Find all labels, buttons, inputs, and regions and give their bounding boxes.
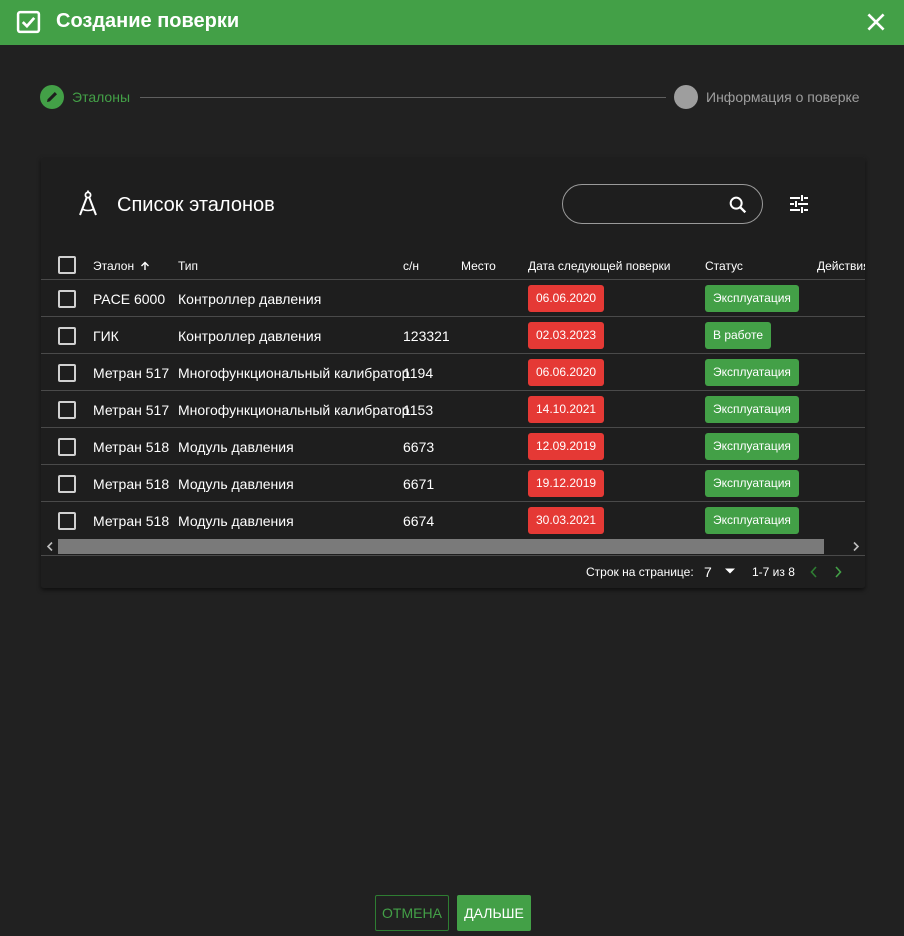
- stepper: Эталоны Информация о поверке: [40, 85, 866, 109]
- step-2-label[interactable]: Информация о поверке: [706, 89, 860, 105]
- table-header-row: Эталон Тип с/н Место Дата следующей пове…: [41, 247, 865, 280]
- cell-type: Контроллер давления: [178, 328, 322, 344]
- date-badge: 30.03.2021: [528, 507, 605, 534]
- status-badge: Эксплуатация: [705, 396, 799, 423]
- search-box[interactable]: [562, 184, 763, 224]
- cell-name: Метран 518: [93, 439, 170, 455]
- table-row[interactable]: PACE 6000 Контроллер давления 06.06.2020…: [41, 280, 865, 317]
- status-badge: Эксплуатация: [705, 470, 799, 497]
- table-row[interactable]: Метран 517 Многофункциональный калибрато…: [41, 391, 865, 428]
- tune-icon[interactable]: [787, 192, 811, 216]
- table-row[interactable]: ГИК Контроллер давления 123321 02.03.202…: [41, 317, 865, 354]
- scroll-left-icon[interactable]: [45, 541, 55, 552]
- caret-down-icon: [725, 568, 735, 574]
- column-header-place[interactable]: Место: [461, 259, 496, 273]
- cell-serial: 123321: [403, 328, 450, 344]
- date-badge: 14.10.2021: [528, 396, 605, 423]
- row-checkbox[interactable]: [58, 290, 76, 308]
- stepper-connector: [140, 97, 666, 98]
- cell-serial: 6671: [403, 476, 435, 492]
- table-row[interactable]: Метран 517 Многофункциональный калибрато…: [41, 354, 865, 391]
- row-checkbox[interactable]: [58, 475, 76, 493]
- scroll-right-icon[interactable]: [851, 541, 861, 552]
- date-badge: 19.12.2019: [528, 470, 605, 497]
- pencil-icon: [47, 92, 57, 102]
- search-input[interactable]: [579, 193, 719, 215]
- cell-type: Контроллер давления: [178, 291, 322, 307]
- rows-per-page-value: 7: [704, 564, 712, 580]
- row-checkbox[interactable]: [58, 364, 76, 382]
- rows-per-page-select[interactable]: 7: [704, 562, 740, 582]
- cell-type: Многофункциональный калибратор: [178, 365, 410, 381]
- status-badge: Эксплуатация: [705, 359, 799, 386]
- chevron-right-icon[interactable]: [831, 564, 845, 580]
- cell-name: Метран 518: [93, 476, 170, 492]
- standards-card: Список эталонов Эталон Тип с/н Место Дат…: [41, 157, 865, 588]
- scrollbar-thumb[interactable]: [58, 539, 824, 554]
- status-badge: Эксплуатация: [705, 285, 799, 312]
- column-header-actions: Действия: [817, 259, 865, 273]
- cell-serial: 1153: [403, 402, 434, 418]
- column-header-type[interactable]: Тип: [178, 259, 198, 273]
- checkbox-calendar-icon: [16, 10, 41, 34]
- column-header-name[interactable]: Эталон: [93, 259, 150, 273]
- close-icon[interactable]: [863, 9, 889, 35]
- row-checkbox[interactable]: [58, 438, 76, 456]
- row-checkbox[interactable]: [58, 401, 76, 419]
- table-row[interactable]: Метран 518 Модуль давления 6673 12.09.20…: [41, 428, 865, 465]
- row-checkbox[interactable]: [58, 327, 76, 345]
- chevron-left-icon[interactable]: [807, 564, 821, 580]
- select-all-checkbox[interactable]: [58, 256, 76, 274]
- column-header-serial[interactable]: с/н: [403, 259, 419, 273]
- cell-serial: 6674: [403, 513, 435, 529]
- sort-arrow-up-icon: [141, 261, 150, 270]
- cell-serial: 1194: [403, 365, 434, 381]
- compass-icon: [79, 190, 97, 216]
- rows-per-page-label: Строк на странице:: [586, 565, 694, 579]
- cell-name: Метран 517: [93, 365, 170, 381]
- cell-type: Модуль давления: [178, 439, 294, 455]
- status-badge: Эксплуатация: [705, 433, 799, 460]
- cell-name: Метран 517: [93, 402, 170, 418]
- step-1-label[interactable]: Эталоны: [72, 89, 130, 105]
- dialog-title: Создание поверки: [56, 10, 240, 32]
- search-icon[interactable]: [727, 194, 749, 216]
- date-badge: 02.03.2023: [528, 322, 605, 349]
- step-1-indicator[interactable]: [40, 85, 64, 109]
- status-badge: В работе: [705, 322, 772, 349]
- dialog-titlebar: Создание поверки: [0, 0, 904, 45]
- column-header-name-label: Эталон: [93, 259, 135, 273]
- cell-type: Модуль давления: [178, 513, 294, 529]
- table-row[interactable]: Метран 518 Модуль давления 6674 30.03.20…: [41, 502, 865, 539]
- row-checkbox[interactable]: [58, 512, 76, 530]
- cell-type: Многофункциональный калибратор: [178, 402, 410, 418]
- date-badge: 12.09.2019: [528, 433, 605, 460]
- cell-name: ГИК: [93, 328, 119, 344]
- status-badge: Эксплуатация: [705, 507, 799, 534]
- table-pagination: Строк на странице: 7 1-7 из 8: [41, 555, 865, 588]
- cell-name: Метран 518: [93, 513, 170, 529]
- card-title: Список эталонов: [117, 194, 275, 216]
- step-2-indicator[interactable]: [674, 85, 698, 109]
- date-badge: 06.06.2020: [528, 359, 605, 386]
- cell-type: Модуль давления: [178, 476, 294, 492]
- page-range: 1-7 из 8: [752, 565, 795, 579]
- cell-serial: 6673: [403, 439, 435, 455]
- column-header-next-date[interactable]: Дата следующей поверки: [528, 259, 670, 273]
- table-row[interactable]: Метран 518 Модуль давления 6671 19.12.20…: [41, 465, 865, 502]
- column-header-status[interactable]: Статус: [705, 259, 743, 273]
- date-badge: 06.06.2020: [528, 285, 605, 312]
- cancel-button[interactable]: ОТМЕНА: [375, 895, 449, 931]
- horizontal-scrollbar[interactable]: [41, 538, 865, 555]
- cell-name: PACE 6000: [93, 291, 166, 307]
- next-button[interactable]: ДАЛЬШЕ: [457, 895, 531, 931]
